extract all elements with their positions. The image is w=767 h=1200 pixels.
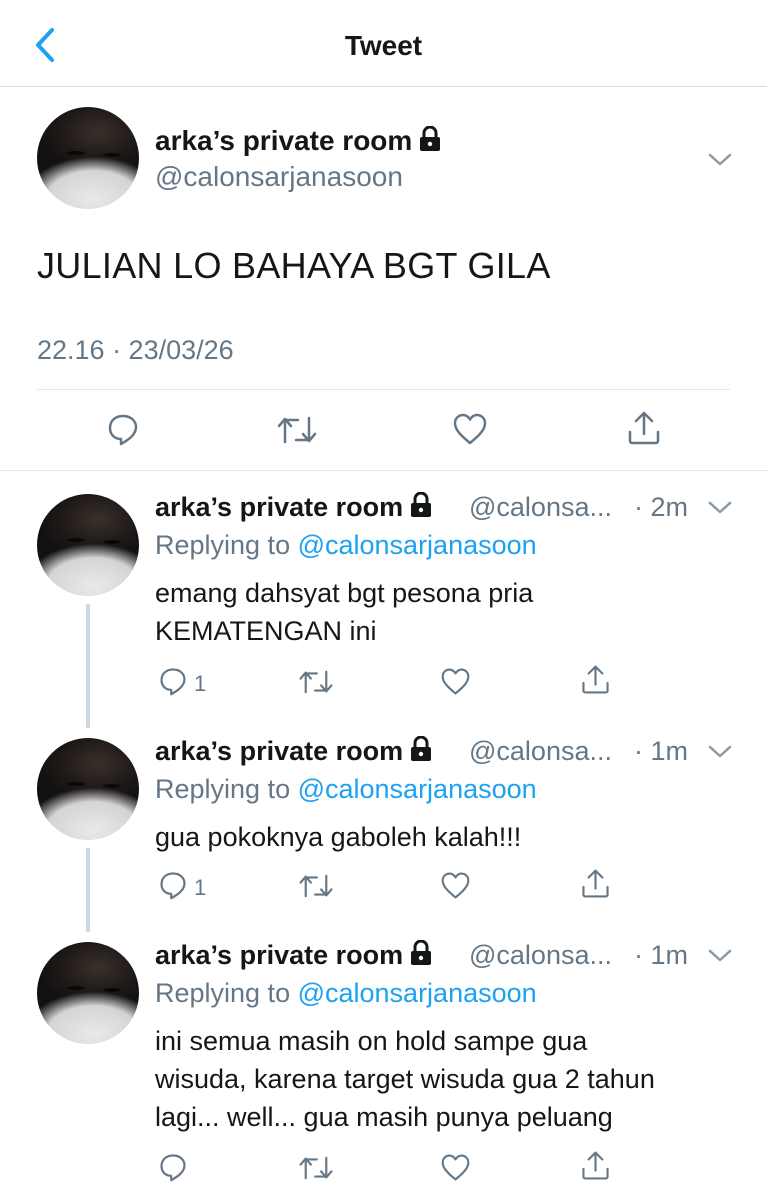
replying-to: Replying to @calonsarjanasoon <box>155 772 537 806</box>
share-icon[interactable] <box>580 664 611 695</box>
reply-icon[interactable] <box>158 666 188 696</box>
reply-author-name-text: arka’s private room <box>155 492 404 522</box>
avatar[interactable] <box>37 107 139 209</box>
lock-icon <box>409 939 433 974</box>
reply-author-name-text: arka’s private room <box>155 736 404 766</box>
retweet-icon[interactable] <box>298 1154 334 1182</box>
reply-author-name[interactable]: arka’s private room <box>155 490 433 526</box>
lock-icon <box>418 125 442 160</box>
tweet-text: JULIAN LO BAHAYA BGT GILA <box>37 245 551 286</box>
reply-count: 1 <box>194 875 207 900</box>
like-icon[interactable] <box>440 667 471 696</box>
author-name[interactable]: arka’s private room <box>155 124 442 160</box>
chevron-down-icon[interactable] <box>708 152 732 168</box>
chevron-down-icon[interactable] <box>708 948 732 964</box>
replying-to-label: Replying to <box>155 774 298 804</box>
replying-to-link[interactable]: @calonsarjanasoon <box>298 530 537 560</box>
author-handle[interactable]: @calonsarjanasoon <box>155 160 403 194</box>
reply-text-line: KEMATENGAN ini <box>155 616 377 646</box>
reply-text-line: ini semua masih on hold sampe gua <box>155 1026 588 1056</box>
reply-text: ini semua masih on hold sampe gua wisuda… <box>155 1022 655 1136</box>
chevron-down-icon[interactable] <box>708 500 732 516</box>
reply-text-line: gua pokoknya gaboleh kalah!!! <box>155 822 522 852</box>
reply-icon[interactable] <box>158 1152 188 1182</box>
replying-to: Replying to @calonsarjanasoon <box>155 528 537 562</box>
page-title: Tweet <box>344 30 423 61</box>
reply-time: · 2m <box>634 492 688 522</box>
thread-line <box>86 848 90 932</box>
chevron-down-icon[interactable] <box>708 744 732 760</box>
lock-icon <box>409 735 433 770</box>
share-icon[interactable] <box>580 868 611 899</box>
reply-text-line: emang dahsyat bgt pesona pria <box>155 578 534 608</box>
replying-to-link[interactable]: @calonsarjanasoon <box>298 978 537 1008</box>
thread-line <box>86 604 90 728</box>
like-icon[interactable] <box>440 871 471 900</box>
reply-text: emang dahsyat bgt pesona pria KEMATENGAN… <box>155 574 533 650</box>
avatar[interactable] <box>37 494 139 596</box>
divider <box>37 389 730 390</box>
replying-to: Replying to @calonsarjanasoon <box>155 976 537 1010</box>
reply-text: gua pokoknya gaboleh kalah!!! <box>155 818 521 856</box>
avatar[interactable] <box>37 738 139 840</box>
reply-time: · 1m <box>634 940 688 970</box>
lock-icon <box>409 491 433 526</box>
retweet-icon[interactable] <box>298 872 334 900</box>
reply-author-name[interactable]: arka’s private room <box>155 734 433 770</box>
avatar[interactable] <box>37 942 139 1044</box>
reply-count: 1 <box>194 671 207 696</box>
retweet-icon[interactable] <box>298 668 334 696</box>
reply-text-line: lagi... well... gua masih punya peluang <box>155 1102 613 1132</box>
reply-author-name-text: arka’s private room <box>155 940 404 970</box>
reply-icon[interactable] <box>158 870 188 900</box>
reply-text-line: wisuda, karena target wisuda gua 2 tahun <box>155 1064 655 1094</box>
reply-author-handle[interactable]: @calonsa... <box>469 734 612 768</box>
tweet-timestamp[interactable]: 22.16 · 23/03/26 <box>37 333 234 367</box>
replying-to-label: Replying to <box>155 530 298 560</box>
like-icon[interactable] <box>452 412 488 446</box>
replying-to-label: Replying to <box>155 978 298 1008</box>
retweet-icon[interactable] <box>276 414 318 446</box>
share-icon[interactable] <box>626 410 662 446</box>
replying-to-link[interactable]: @calonsarjanasoon <box>298 774 537 804</box>
reply-author-handle[interactable]: @calonsa... <box>469 490 612 524</box>
reply-author-handle[interactable]: @calonsa... <box>469 938 612 972</box>
reply-time: · 1m <box>634 736 688 766</box>
reply-author-name[interactable]: arka’s private room <box>155 938 433 974</box>
author-name-text: arka’s private room <box>155 125 413 156</box>
divider <box>0 470 767 471</box>
share-icon[interactable] <box>580 1150 611 1181</box>
reply-icon[interactable] <box>106 412 140 446</box>
like-icon[interactable] <box>440 1153 471 1182</box>
